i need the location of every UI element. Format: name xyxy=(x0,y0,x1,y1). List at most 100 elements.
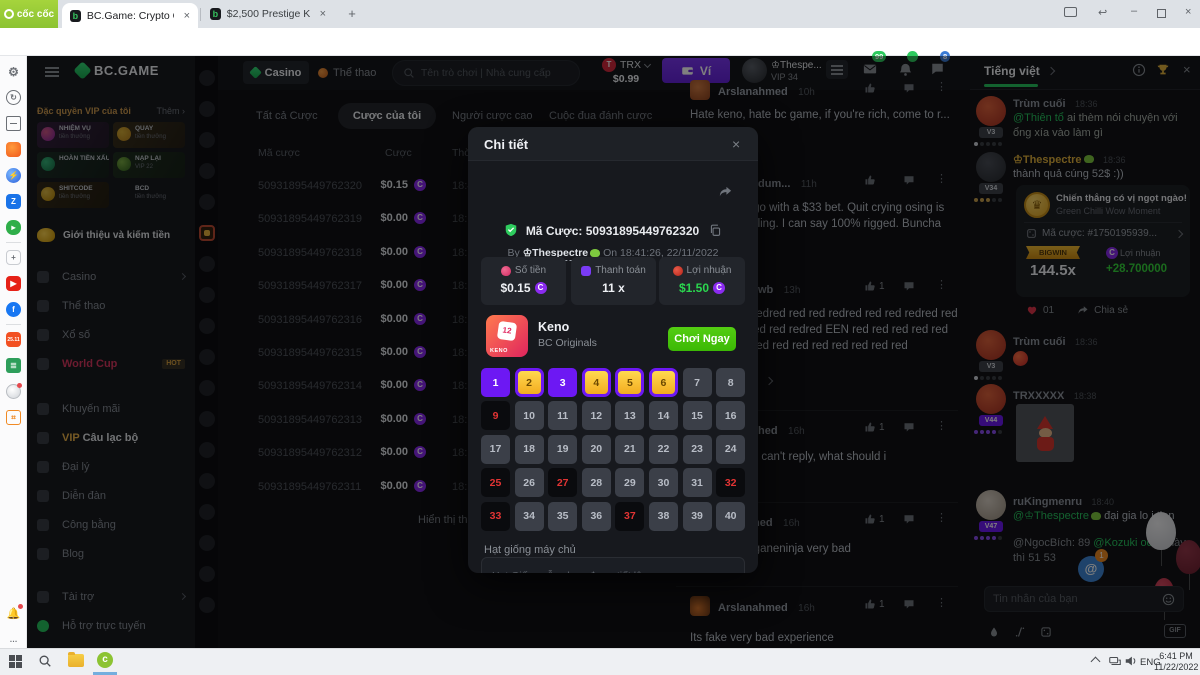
facebook-icon[interactable]: f xyxy=(6,302,21,317)
keno-cell[interactable]: 32 xyxy=(716,468,745,497)
keno-cell[interactable]: 6 xyxy=(649,368,678,397)
keno-cell[interactable]: 36 xyxy=(582,502,611,531)
capture-icon[interactable] xyxy=(1064,7,1077,20)
windows-taskbar xyxy=(0,648,1200,675)
tab-divider xyxy=(200,8,201,21)
games-icon[interactable]: ▸ xyxy=(6,220,21,235)
taskbar-search-icon[interactable] xyxy=(38,654,52,668)
keno-cell[interactable]: 39 xyxy=(683,502,712,531)
keno-cell[interactable]: 8 xyxy=(716,368,745,397)
close-window-icon[interactable]: × xyxy=(1185,6,1191,18)
file-explorer-icon[interactable] xyxy=(68,654,84,667)
keno-cell[interactable]: 37 xyxy=(615,502,644,531)
bet-id-row: Mã Cược: 50931895449762320 xyxy=(468,223,758,238)
keno-cell[interactable]: 5 xyxy=(615,368,644,397)
hot-deals-icon[interactable] xyxy=(6,142,21,157)
keno-cell[interactable]: 38 xyxy=(649,502,678,531)
bet-id-value: 50931895449762320 xyxy=(586,224,699,238)
maximize-icon[interactable] xyxy=(1157,9,1166,21)
new-tab-button[interactable]: + xyxy=(344,6,360,22)
coin-icon: C xyxy=(535,282,547,294)
keno-cell[interactable]: 14 xyxy=(649,401,678,430)
copy-icon[interactable] xyxy=(709,224,722,237)
football-icon[interactable] xyxy=(6,384,21,399)
clock-time: 6:41 PM xyxy=(1154,651,1198,662)
keno-cell[interactable]: 7 xyxy=(683,368,712,397)
stat-label: Lợi nhuận xyxy=(687,265,732,276)
keno-cell[interactable]: 17 xyxy=(481,435,510,464)
news-feed-icon[interactable] xyxy=(6,116,21,131)
keno-cell[interactable]: 22 xyxy=(649,435,678,464)
tab-close-icon[interactable]: × xyxy=(184,10,190,22)
keno-cell[interactable]: 33 xyxy=(481,502,510,531)
keno-cell[interactable]: 35 xyxy=(548,502,577,531)
keno-cell[interactable]: 29 xyxy=(615,468,644,497)
keno-cell[interactable]: 19 xyxy=(548,435,577,464)
tasks-icon[interactable]: ≣ xyxy=(6,358,21,373)
profit-icon xyxy=(673,266,683,276)
keno-cell[interactable]: 27 xyxy=(548,468,577,497)
screen: cốc cốc b BC.Game: Crypto Casino Gam × b… xyxy=(0,0,1200,675)
start-button[interactable] xyxy=(9,655,22,668)
share-bet-icon[interactable] xyxy=(718,184,733,199)
payout-card-icon xyxy=(581,266,591,276)
keno-cell[interactable]: 28 xyxy=(582,468,611,497)
modal-close-icon[interactable]: × xyxy=(732,136,740,152)
coccoc-taskbar-icon[interactable]: c xyxy=(97,652,113,668)
browser-tab-keno-promo[interactable]: b $2,500 Prestige Keno Multipl × xyxy=(202,0,334,28)
keno-cell[interactable]: 34 xyxy=(515,502,544,531)
keno-cell[interactable]: 1 xyxy=(481,368,510,397)
sale-event-icon[interactable]: 25.11 xyxy=(6,332,21,347)
keno-cell[interactable]: 18 xyxy=(515,435,544,464)
keno-icon-label: KENO xyxy=(490,348,508,354)
volume-icon[interactable] xyxy=(1124,654,1138,668)
keno-cell[interactable]: 23 xyxy=(683,435,712,464)
settings-gear-icon[interactable]: ⚙ xyxy=(6,64,21,79)
taskbar-clock[interactable]: 6:41 PM 11/22/2022 xyxy=(1154,651,1198,673)
keno-cell[interactable]: 30 xyxy=(649,468,678,497)
keno-cell[interactable]: 16 xyxy=(716,401,745,430)
keno-cell[interactable]: 31 xyxy=(683,468,712,497)
browser-tab-bcgame[interactable]: b BC.Game: Crypto Casino Gam × xyxy=(62,3,198,28)
keno-cell[interactable]: 2 xyxy=(515,368,544,397)
keno-icon-tile: 12 xyxy=(497,321,517,341)
more-icon[interactable]: … xyxy=(6,632,21,647)
youtube-icon[interactable]: ▶ xyxy=(6,276,21,291)
keno-cell[interactable]: 4 xyxy=(582,368,611,397)
history-icon[interactable]: ↻ xyxy=(6,90,21,105)
messenger-icon[interactable]: ⚡ xyxy=(6,168,21,183)
stat-profit-card: Lợi nhuận $1.50C xyxy=(659,257,745,305)
keno-cell[interactable]: 10 xyxy=(515,401,544,430)
stat-label: Thanh toán xyxy=(595,265,646,276)
add-shortcut-icon[interactable]: + xyxy=(6,250,21,265)
server-seed-input[interactable] xyxy=(492,570,732,573)
keno-cell[interactable]: 12 xyxy=(582,401,611,430)
keno-cell[interactable]: 26 xyxy=(515,468,544,497)
tab-close-icon[interactable]: × xyxy=(320,8,326,20)
stat-label: Số tiền xyxy=(515,265,546,276)
keno-game-icon: 12 KENO xyxy=(486,315,528,357)
coccoc-brand-button[interactable]: cốc cốc xyxy=(0,0,58,28)
bcgame-favicon: b xyxy=(70,10,81,22)
keno-cell[interactable]: 15 xyxy=(683,401,712,430)
keno-cell[interactable]: 24 xyxy=(716,435,745,464)
keno-cell[interactable]: 9 xyxy=(481,401,510,430)
keno-cell[interactable]: 25 xyxy=(481,468,510,497)
keno-cell[interactable]: 11 xyxy=(548,401,577,430)
keno-cell[interactable]: 13 xyxy=(615,401,644,430)
notification-bell-icon[interactable]: 🔔 xyxy=(6,606,21,621)
play-now-button[interactable]: Chơi Ngay xyxy=(668,327,736,351)
zalo-icon[interactable]: Z xyxy=(6,194,21,209)
restore-tab-icon[interactable]: ↩ xyxy=(1098,6,1107,19)
minimize-icon[interactable]: – xyxy=(1131,5,1137,17)
keno-cell[interactable]: 3 xyxy=(548,368,577,397)
coin-icon: C xyxy=(713,282,725,294)
server-seed-box[interactable] xyxy=(481,557,745,573)
keno-cell[interactable]: 21 xyxy=(615,435,644,464)
keno-cell[interactable]: 40 xyxy=(716,502,745,531)
cart-icon[interactable]: ⌗ xyxy=(6,410,21,425)
stat-value: $0.15 xyxy=(500,281,530,295)
network-icon[interactable] xyxy=(1108,654,1122,668)
keno-cell[interactable]: 20 xyxy=(582,435,611,464)
sidebar-divider xyxy=(6,242,21,243)
